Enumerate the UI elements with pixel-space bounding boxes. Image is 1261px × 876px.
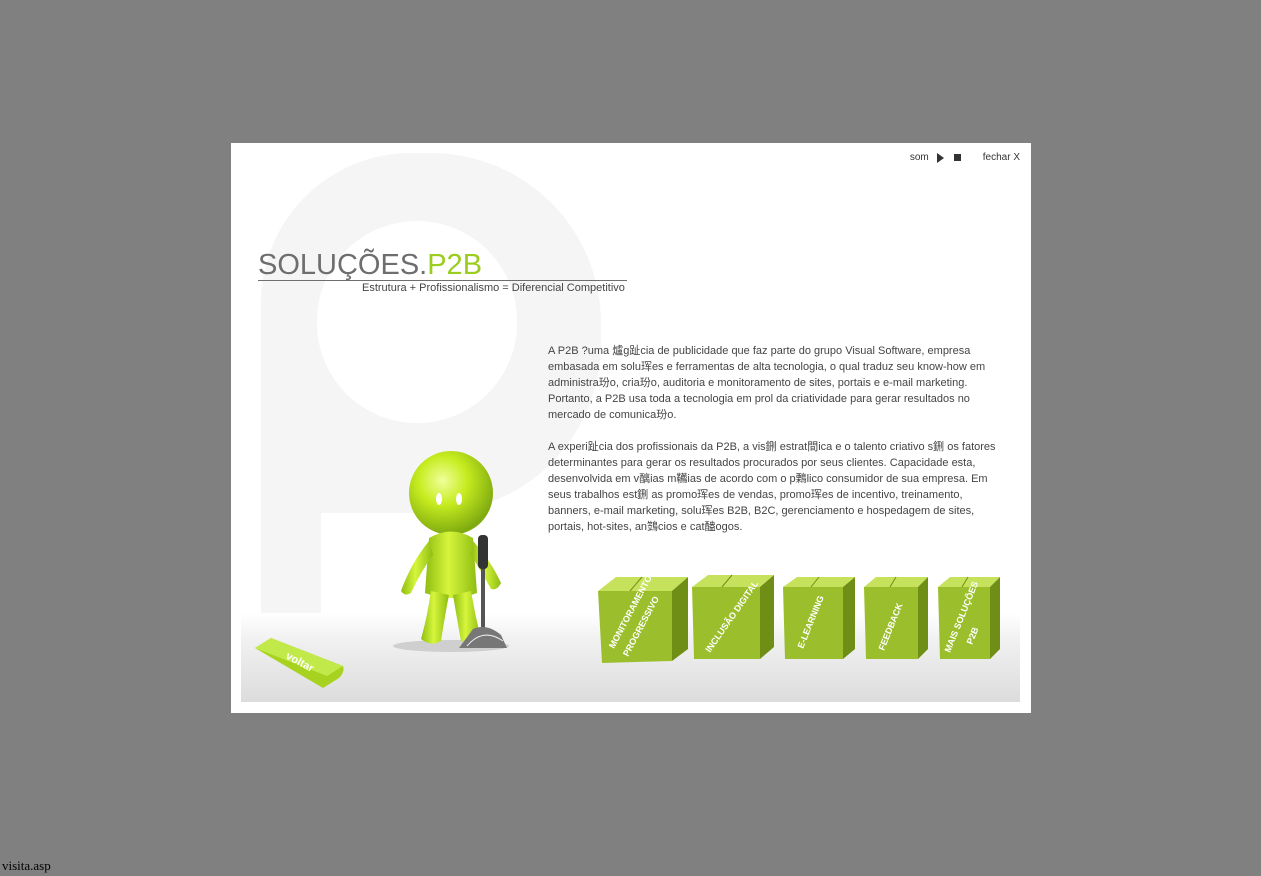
title-underline [258, 280, 627, 281]
box-mais-solucoes-p2b[interactable]: MAIS SOLUÇÕES P2B [936, 575, 1002, 663]
experience-paragraph: A experi趾cia dos profissionais da P2B, a… [548, 441, 996, 533]
green-mascot-illustration [393, 451, 509, 652]
title-main: SOLUÇÕES. [258, 249, 428, 281]
dialog-panel: som fechar X SOLUÇÕES.P2B Estrutura + Pr… [231, 143, 1031, 713]
intro-paragraph: A P2B ?uma 爐g趾cia de publicidade que faz… [548, 345, 986, 421]
stop-icon[interactable] [953, 154, 961, 161]
page-title: SOLUÇÕES.P2B [258, 249, 482, 282]
top-controls: som fechar X [910, 152, 1020, 163]
box-monitoramento-progressivo[interactable]: MONITORAMENTO PROGRESSIVO [596, 575, 690, 665]
box-inclusao-digital[interactable]: INCLUSÃO DIGITAL [690, 573, 776, 663]
back-button[interactable]: voltar [253, 636, 349, 692]
title-accent: P2B [427, 249, 483, 281]
box-e-learning[interactable]: E-LEARNING [781, 575, 857, 663]
play-icon[interactable] [936, 152, 944, 163]
close-button[interactable]: fechar X [983, 152, 1020, 163]
sound-label: som [909, 152, 929, 163]
tagline: Estrutura + Profissionalismo = Diferenci… [362, 282, 625, 294]
status-bar-text: visita.asp [2, 858, 51, 873]
box-feedback[interactable]: FEEDBACK [862, 575, 930, 663]
